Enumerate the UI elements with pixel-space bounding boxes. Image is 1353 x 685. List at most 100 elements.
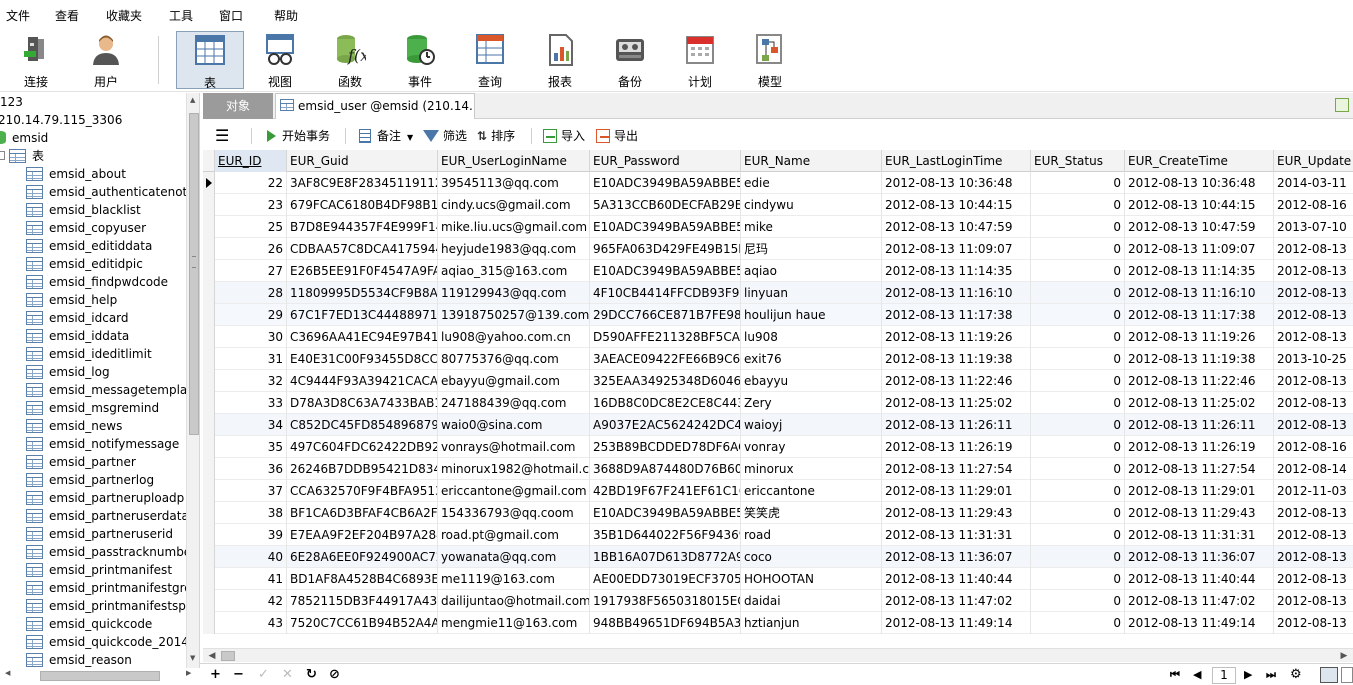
tree-horizontal-scrollbar[interactable]: ◀ ▶ bbox=[0, 668, 200, 685]
note-button[interactable]: 备注 ▼ bbox=[359, 127, 413, 145]
table-cell[interactable]: mengmie11@163.com bbox=[438, 612, 590, 634]
table-cell[interactable]: 26246B7DDB95421D8349 bbox=[287, 458, 438, 480]
table-cell[interactable]: 2012-08-13 10:36:48 bbox=[882, 172, 1031, 194]
table-cell[interactable]: yowanata@qq.com bbox=[438, 546, 590, 568]
table-cell[interactable]: 0 bbox=[1031, 546, 1125, 568]
table-cell[interactable]: lu908@yahoo.com.cn bbox=[438, 326, 590, 348]
row-selector[interactable] bbox=[203, 370, 215, 392]
table-cell[interactable]: 0 bbox=[1031, 414, 1125, 436]
tree-table-item[interactable]: emsid_editidpic bbox=[26, 255, 143, 273]
tree-table-item[interactable]: emsid_about bbox=[26, 165, 126, 183]
scroll-left-icon[interactable]: ◀ bbox=[205, 649, 219, 663]
row-selector[interactable] bbox=[203, 590, 215, 612]
table-row[interactable]: 36 26246B7DDB95421D8349 minorux1982@hotmai… bbox=[203, 458, 1353, 480]
table-cell[interactable]: 0 bbox=[1031, 348, 1125, 370]
row-selector[interactable] bbox=[203, 238, 215, 260]
table-cell[interactable]: 13918750257@139.com bbox=[438, 304, 590, 326]
table-cell[interactable]: 2012-08-13 11:17:38 bbox=[882, 304, 1031, 326]
row-selector[interactable] bbox=[203, 546, 215, 568]
scrollbar-thumb[interactable] bbox=[221, 651, 235, 661]
table-cell[interactable]: 2012-08-13 11:26:11 bbox=[1125, 414, 1274, 436]
table-cell[interactable]: cindywu bbox=[741, 194, 882, 216]
menu-icon[interactable]: ☰ bbox=[215, 127, 229, 145]
table-cell[interactable]: CDBAA57C8DCA41759443 bbox=[287, 238, 438, 260]
table-cell[interactable]: 0 bbox=[1031, 524, 1125, 546]
scrollbar-thumb[interactable] bbox=[189, 113, 199, 435]
connection-button[interactable]: 连接 bbox=[3, 31, 69, 89]
settings-icon[interactable]: ⚙ bbox=[1290, 667, 1302, 683]
table-cell[interactable]: B7D8E944357F4E999F14 bbox=[287, 216, 438, 238]
table-cell[interactable]: 2012-08-13 11:22:46 bbox=[1125, 370, 1274, 392]
tree-table-item[interactable]: emsid_findpwdcode bbox=[26, 273, 168, 291]
table-row[interactable]: 38 BF1CA6D3BFAF4CB6A2F7 154336793@qq.coom E… bbox=[203, 502, 1353, 524]
table-cell[interactable]: 29DCC766CE871B7FE987 bbox=[590, 304, 741, 326]
table-cell[interactable]: vonray bbox=[741, 436, 882, 458]
grid-horizontal-scrollbar[interactable]: ◀ ▶ bbox=[203, 648, 1353, 662]
table-cell[interactable]: 2012-08-13 11:29:01 bbox=[1125, 480, 1274, 502]
table-cell[interactable]: 2012-08-13 11:36:07 bbox=[1125, 546, 1274, 568]
sort-button[interactable]: ⇅ 排序 bbox=[477, 127, 515, 145]
table-row[interactable]: 33 D78A3D8C63A7433BAB17 247188439@qq.com 16… bbox=[203, 392, 1353, 414]
table-cell[interactable]: 2013-07-10 bbox=[1274, 216, 1353, 238]
table-cell[interactable]: minorux bbox=[741, 458, 882, 480]
import-button[interactable]: 导入 bbox=[543, 127, 585, 145]
table-cell[interactable]: 40 bbox=[215, 546, 287, 568]
table-cell[interactable]: 2012-08-13 11:47:02 bbox=[1125, 590, 1274, 612]
table-cell[interactable]: 2012-08-13 bbox=[1274, 414, 1353, 436]
table-cell[interactable]: 0 bbox=[1031, 326, 1125, 348]
table-cell[interactable]: 2012-08-13 bbox=[1274, 546, 1353, 568]
table-cell[interactable]: 2012-08-13 bbox=[1274, 260, 1353, 282]
table-cell[interactable]: 26 bbox=[215, 238, 287, 260]
table-cell[interactable]: 2012-08-13 11:40:44 bbox=[882, 568, 1031, 590]
table-cell[interactable]: edie bbox=[741, 172, 882, 194]
table-cell[interactable]: mike bbox=[741, 216, 882, 238]
table-cell[interactable]: E10ADC3949BA59ABBE56 bbox=[590, 502, 741, 524]
database-item[interactable]: emsid bbox=[0, 129, 48, 147]
table-cell[interactable]: aqiao bbox=[741, 260, 882, 282]
first-page-icon[interactable]: ⏮ bbox=[1170, 667, 1180, 683]
table-cell[interactable]: 30 bbox=[215, 326, 287, 348]
table-cell[interactable]: 2012-08-16 bbox=[1274, 194, 1353, 216]
table-cell[interactable]: E26B5EE91F0F4547A9FA bbox=[287, 260, 438, 282]
table-cell[interactable]: 2012-08-13 11:16:10 bbox=[1125, 282, 1274, 304]
table-cell[interactable]: 7852115DB3F44917A430D bbox=[287, 590, 438, 612]
tree-table-item[interactable]: emsid_editiddata bbox=[26, 237, 152, 255]
tree-table-item[interactable]: emsid_notifymessage bbox=[26, 435, 179, 453]
table-cell[interactable]: 2014-03-11 bbox=[1274, 172, 1353, 194]
schedule-button[interactable]: 计划 bbox=[667, 31, 733, 89]
table-cell[interactable]: 0 bbox=[1031, 502, 1125, 524]
table-cell[interactable]: 0 bbox=[1031, 568, 1125, 590]
table-cell[interactable]: BD1AF8A4528B4C6893E6 bbox=[287, 568, 438, 590]
add-tab-icon[interactable] bbox=[1335, 98, 1349, 112]
table-cell[interactable]: BF1CA6D3BFAF4CB6A2F7 bbox=[287, 502, 438, 524]
tree-table-item[interactable]: emsid_news bbox=[26, 417, 122, 435]
row-selector[interactable] bbox=[203, 568, 215, 590]
table-cell[interactable]: 325EAA34925348D60464 bbox=[590, 370, 741, 392]
table-cell[interactable]: 2012-08-13 11:19:38 bbox=[1125, 348, 1274, 370]
table-cell[interactable]: 41 bbox=[215, 568, 287, 590]
table-cell[interactable]: exit76 bbox=[741, 348, 882, 370]
table-cell[interactable]: 2012-08-13 11:29:43 bbox=[1125, 502, 1274, 524]
table-cell[interactable]: 2012-08-13 bbox=[1274, 568, 1353, 590]
column-header[interactable]: EUR_LastLoginTime bbox=[882, 150, 1031, 172]
next-page-icon[interactable]: ▶ bbox=[1244, 667, 1252, 683]
table-cell[interactable]: coco bbox=[741, 546, 882, 568]
table-cell[interactable]: waio0@sina.com bbox=[438, 414, 590, 436]
table-cell[interactable]: 2012-08-13 11:36:07 bbox=[882, 546, 1031, 568]
table-cell[interactable]: 2012-08-13 bbox=[1274, 524, 1353, 546]
table-cell[interactable]: 2012-08-13 11:14:35 bbox=[882, 260, 1031, 282]
table-row[interactable]: 34 C852DC45FD8548968792 waio0@sina.com A903… bbox=[203, 414, 1353, 436]
table-row[interactable]: 23 679FCAC6180B4DF98B1A cindy.ucs@gmail.co… bbox=[203, 194, 1353, 216]
table-cell[interactable]: Zery bbox=[741, 392, 882, 414]
table-cell[interactable]: 尼玛 bbox=[741, 238, 882, 260]
table-cell[interactable]: 2013-10-25 bbox=[1274, 348, 1353, 370]
table-cell[interactable]: 2012-08-13 11:26:11 bbox=[882, 414, 1031, 436]
tree-vertical-scrollbar[interactable]: ▲ ▼ bbox=[186, 93, 199, 668]
table-cell[interactable]: AE00EDD73019ECF37058 bbox=[590, 568, 741, 590]
scroll-down-icon[interactable]: ▼ bbox=[190, 654, 195, 662]
table-cell[interactable]: 2012-08-13 11:16:10 bbox=[882, 282, 1031, 304]
row-selector[interactable] bbox=[203, 414, 215, 436]
table-cell[interactable]: 2012-08-13 11:25:02 bbox=[882, 392, 1031, 414]
table-cell[interactable]: lu908 bbox=[741, 326, 882, 348]
row-selector[interactable] bbox=[203, 282, 215, 304]
